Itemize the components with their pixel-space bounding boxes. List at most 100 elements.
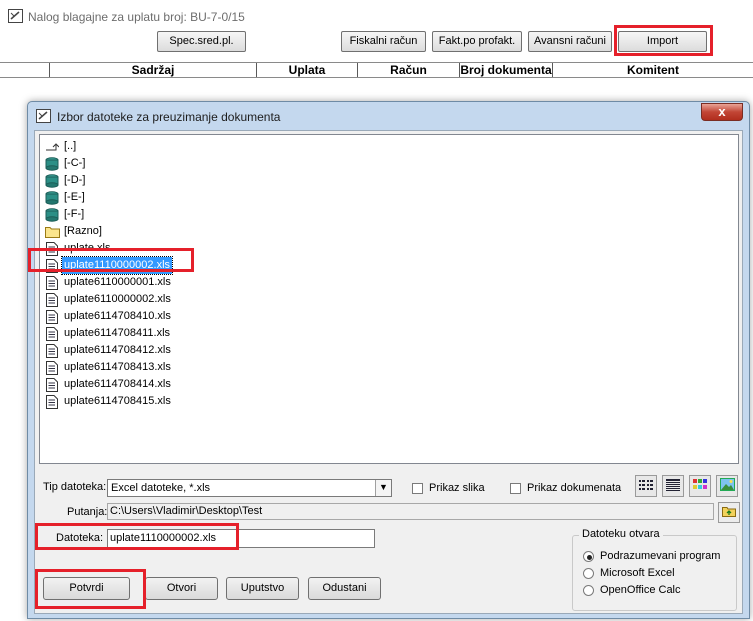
dialog-titlebar[interactable]: Izbor datoteke za preuzimanje dokumenta … bbox=[28, 102, 749, 130]
list-item[interactable]: uplate6114708413.xls bbox=[44, 359, 173, 376]
list-item[interactable]: [-C-] bbox=[44, 155, 87, 172]
prikaz-slika-checkbox[interactable]: Prikaz slika bbox=[412, 482, 485, 494]
list-item[interactable]: [..] bbox=[44, 138, 78, 155]
view-icons-button[interactable] bbox=[689, 475, 711, 497]
dialog-app-icon bbox=[36, 109, 51, 126]
file-icon bbox=[44, 309, 60, 325]
folder-icon bbox=[44, 224, 60, 240]
file-name: [-D-] bbox=[64, 174, 86, 186]
file-name: uplate6114708415.xls bbox=[64, 395, 171, 407]
close-icon: x bbox=[718, 104, 726, 119]
chevron-down-icon[interactable]: ▼ bbox=[375, 480, 391, 496]
list-item[interactable]: uplate6114708414.xls bbox=[44, 376, 173, 393]
import-button[interactable]: Import bbox=[618, 31, 707, 52]
list-item[interactable]: [Razno] bbox=[44, 223, 104, 240]
file-name: uplate1110000002.xls bbox=[60, 256, 174, 275]
background-toolbar: Spec.sred.pl. Fiskalni račun Fakt.po pro… bbox=[0, 30, 753, 58]
grid-header-racun[interactable]: Račun bbox=[357, 63, 459, 77]
file-name: uplate6114708414.xls bbox=[64, 378, 171, 390]
grid-header-sadrzaj[interactable]: Sadržaj bbox=[49, 63, 256, 77]
file-chooser-dialog: Izbor datoteke za preuzimanje dokumenta … bbox=[27, 101, 750, 619]
drive-icon bbox=[44, 207, 60, 223]
drive-icon bbox=[44, 173, 60, 189]
list-item[interactable]: uplate6114708411.xls bbox=[44, 325, 172, 342]
radio-openoffice-calc[interactable]: OpenOffice Calc bbox=[583, 584, 681, 596]
list-item[interactable]: uplate6114708415.xls bbox=[44, 393, 173, 410]
odustani-button[interactable]: Odustani bbox=[308, 577, 381, 600]
file-list[interactable]: [..] [-C-] [-D-] [-E-] [-F-] [Razno] uplate.xl… bbox=[39, 134, 739, 464]
list-item[interactable]: uplate6110000002.xls bbox=[44, 291, 173, 308]
icons-view-icon bbox=[693, 478, 707, 494]
radio-podrazumevani[interactable]: Podrazumevani program bbox=[583, 550, 720, 562]
image-icon bbox=[719, 478, 735, 494]
folder-up-icon bbox=[722, 505, 736, 520]
list-item[interactable]: [-F-] bbox=[44, 206, 86, 223]
fakt-po-profakt-button[interactable]: Fakt.po profakt. bbox=[432, 31, 522, 52]
file-icon bbox=[44, 275, 60, 291]
file-name: [..] bbox=[64, 140, 77, 152]
file-name: uplate6110000002.xls bbox=[64, 293, 171, 305]
putanja-label: Putanja: bbox=[67, 506, 108, 518]
radio-label: Podrazumevani program bbox=[600, 550, 721, 562]
datoteku-otvara-legend: Datoteku otvara bbox=[579, 528, 663, 540]
view-details-button[interactable] bbox=[662, 475, 684, 497]
datoteka-input[interactable]: uplate1110000002.xls bbox=[107, 529, 375, 548]
file-icon bbox=[44, 377, 60, 393]
file-name: [-E-] bbox=[64, 191, 85, 203]
radio-dot[interactable] bbox=[583, 550, 594, 562]
file-name: uplate6114708412.xls bbox=[64, 344, 171, 356]
file-icon bbox=[44, 360, 60, 376]
file-icon bbox=[44, 258, 60, 274]
potvrdi-button[interactable]: Potvrdi bbox=[43, 577, 130, 600]
tip-datoteka-select[interactable]: Excel datoteke, *.xls ▼ bbox=[107, 479, 392, 497]
datoteka-label: Datoteka: bbox=[56, 532, 104, 544]
uputstvo-button[interactable]: Uputstvo bbox=[226, 577, 299, 600]
checkbox-box[interactable] bbox=[510, 482, 521, 494]
radio-microsoft-excel[interactable]: Microsoft Excel bbox=[583, 567, 675, 579]
window-title: Nalog blagajne za uplatu broj: BU-7-0/15 bbox=[28, 10, 245, 24]
dialog-title: Izbor datoteke za preuzimanje dokumenta bbox=[57, 110, 281, 124]
folder-up-button[interactable] bbox=[718, 502, 740, 523]
avansni-racuni-button[interactable]: Avansni računi bbox=[528, 31, 612, 52]
drive-icon bbox=[44, 156, 60, 172]
dialog-body: [..] [-C-] [-D-] [-E-] [-F-] [Razno] uplate.xl… bbox=[34, 130, 743, 614]
grid-header: Sadržaj Uplata Račun Broj dokumenta Komi… bbox=[0, 62, 753, 78]
file-icon bbox=[44, 326, 60, 342]
prikaz-dokumenata-checkbox[interactable]: Prikaz dokumenata bbox=[510, 482, 621, 494]
radio-dot[interactable] bbox=[583, 567, 594, 579]
radio-dot[interactable] bbox=[583, 584, 594, 596]
view-thumbnails-button[interactable] bbox=[716, 475, 738, 497]
close-button[interactable]: x bbox=[701, 103, 743, 121]
file-name: [-C-] bbox=[64, 157, 86, 169]
list-item[interactable]: uplate6114708412.xls bbox=[44, 342, 173, 359]
list-item[interactable]: uplate1110000002.xls bbox=[44, 256, 174, 275]
file-name: [Razno] bbox=[64, 225, 102, 237]
file-name: uplate6114708410.xls bbox=[64, 310, 171, 322]
grid-header-komitent[interactable]: Komitent bbox=[552, 63, 753, 77]
file-name: uplate6110000001.xls bbox=[64, 276, 171, 288]
radio-label: OpenOffice Calc bbox=[600, 584, 681, 596]
folder-up-icon bbox=[44, 139, 60, 155]
drive-icon bbox=[44, 190, 60, 206]
tip-datoteka-value: Excel datoteke, *.xls bbox=[111, 482, 211, 494]
list-view-icon bbox=[639, 479, 653, 494]
list-item[interactable]: uplate6114708410.xls bbox=[44, 308, 173, 325]
file-icon bbox=[44, 343, 60, 359]
spec-sred-button[interactable]: Spec.sred.pl. bbox=[157, 31, 246, 52]
grid-header-broj-dokumenta[interactable]: Broj dokumenta bbox=[459, 63, 552, 77]
tip-datoteka-label: Tip datoteka: bbox=[43, 481, 107, 493]
checkbox-box[interactable] bbox=[412, 482, 423, 494]
prikaz-slika-label: Prikaz slika bbox=[429, 482, 485, 494]
list-item[interactable]: [-E-] bbox=[44, 189, 87, 206]
fiskalni-racun-button[interactable]: Fiskalni račun bbox=[341, 31, 426, 52]
grid-header-uplata[interactable]: Uplata bbox=[256, 63, 357, 77]
list-item[interactable]: uplate.xls bbox=[44, 240, 112, 257]
file-name: [-F-] bbox=[64, 208, 85, 220]
file-icon bbox=[44, 292, 60, 308]
view-list-button[interactable] bbox=[635, 475, 657, 497]
otvori-button[interactable]: Otvori bbox=[145, 577, 218, 600]
list-item[interactable]: uplate6110000001.xls bbox=[44, 274, 173, 291]
prikaz-dokumenata-label: Prikaz dokumenata bbox=[527, 482, 622, 494]
background-window-titlebar: Nalog blagajne za uplatu broj: BU-7-0/15 bbox=[0, 0, 753, 30]
list-item[interactable]: [-D-] bbox=[44, 172, 87, 189]
